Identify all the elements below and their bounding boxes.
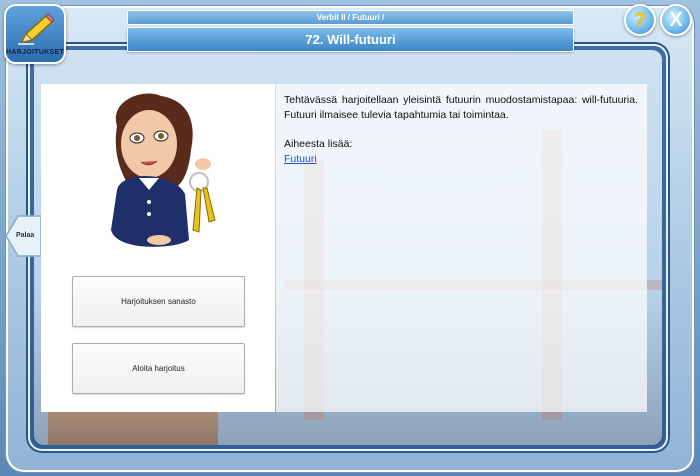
vocabulary-button[interactable]: Harjoituksen sanasto bbox=[72, 276, 245, 327]
teacher-illustration bbox=[111, 93, 216, 247]
breadcrumb: Verbit II / Futuuri / bbox=[127, 10, 574, 25]
pencil-icon bbox=[18, 13, 55, 45]
futuuri-link[interactable]: Futuuri bbox=[284, 153, 317, 165]
exercises-button[interactable]: HARJOITUKSET bbox=[4, 4, 66, 64]
back-button[interactable]: Palaa bbox=[4, 214, 42, 258]
more-heading: Aiheesta lisää: bbox=[284, 138, 353, 150]
left-panel: Harjoituksen sanasto Aloita harjoitus bbox=[41, 84, 275, 412]
description-panel: Tehtävässä harjoitellaan yleisintä futuu… bbox=[276, 84, 647, 412]
question-icon: ? bbox=[633, 8, 647, 31]
close-button[interactable]: X bbox=[660, 4, 692, 36]
page-title: 72. Will-futuuri bbox=[127, 27, 574, 52]
exercise-description: Tehtävässä harjoitellaan yleisintä futuu… bbox=[284, 94, 638, 121]
help-button[interactable]: ? bbox=[624, 4, 656, 36]
exercises-label: HARJOITUKSET bbox=[6, 49, 65, 56]
start-exercise-button[interactable]: Aloita harjoitus bbox=[72, 343, 245, 394]
close-icon: X bbox=[669, 8, 683, 31]
back-label: Palaa bbox=[16, 232, 35, 239]
